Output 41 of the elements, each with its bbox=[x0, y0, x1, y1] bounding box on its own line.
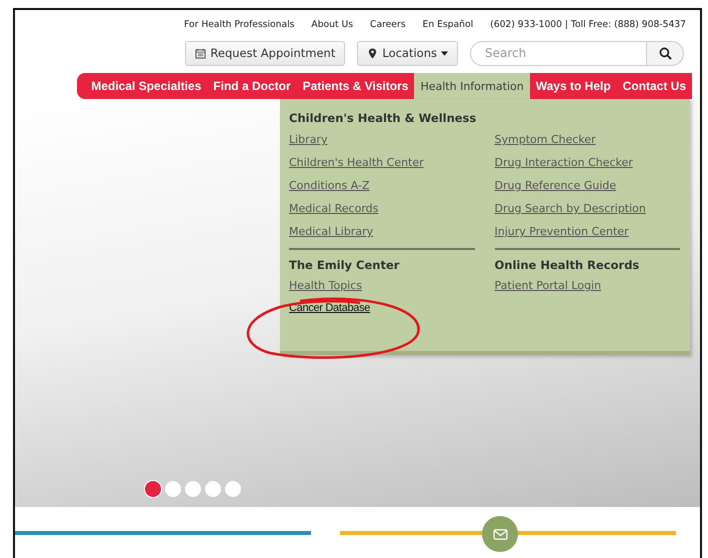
menu-heading: Children's Health & Wellness bbox=[289, 111, 478, 125]
menu-link[interactable]: Medical Records bbox=[289, 201, 474, 217]
menu-link[interactable]: Health Topics bbox=[289, 278, 474, 294]
slide-dot[interactable] bbox=[165, 481, 181, 497]
nav-tab[interactable]: Ways to Help bbox=[530, 73, 617, 99]
phone-numbers: (602) 933-1000 | Toll Free: (888) 908-5437 bbox=[490, 18, 686, 30]
search-icon bbox=[658, 46, 672, 60]
calendar-icon bbox=[195, 48, 206, 58]
search-button[interactable] bbox=[646, 40, 684, 66]
menu-heading: The Emily Center bbox=[289, 258, 400, 272]
nav-tab[interactable]: Health Information bbox=[414, 73, 530, 99]
menu-heading: Online Health Records bbox=[494, 258, 640, 272]
caret-icon bbox=[441, 50, 448, 56]
slide-dot[interactable] bbox=[185, 481, 201, 497]
envelope-button[interactable] bbox=[482, 516, 518, 552]
menu-link[interactable]: Symptom Checker bbox=[494, 132, 680, 148]
slide-dot[interactable] bbox=[225, 481, 241, 497]
envelope-icon bbox=[492, 528, 508, 540]
map-pin-icon bbox=[367, 48, 378, 58]
nav-tab[interactable]: Medical Specialties bbox=[85, 73, 208, 99]
top-link[interactable]: Careers bbox=[370, 18, 406, 30]
menu-link[interactable]: Injury Prevention Center bbox=[494, 224, 680, 240]
nav-tab[interactable]: Find a Doctor bbox=[207, 73, 297, 99]
slide-dot[interactable] bbox=[205, 481, 221, 497]
menu-link[interactable]: Drug Search by Description bbox=[494, 201, 680, 217]
top-link[interactable]: For Health Professionals bbox=[184, 18, 294, 30]
menu-link[interactable]: Patient Portal Login bbox=[494, 278, 680, 294]
menu-link[interactable]: Conditions A-Z bbox=[289, 178, 474, 194]
menu-link[interactable]: Drug Interaction Checker bbox=[494, 155, 680, 171]
top-link[interactable]: En Español bbox=[422, 18, 474, 30]
request-appointment-button[interactable]: Request Appointment bbox=[185, 40, 346, 66]
nav-tab[interactable]: Patients & Visitors bbox=[296, 73, 414, 99]
search-field[interactable]: Search bbox=[470, 40, 646, 66]
nav-tab[interactable]: Contact Us bbox=[616, 73, 692, 99]
slide-dot[interactable] bbox=[145, 481, 161, 497]
menu-link[interactable]: Drug Reference Guide bbox=[494, 178, 680, 194]
top-link[interactable]: About Us bbox=[311, 18, 354, 30]
menu-link[interactable]: Medical Library bbox=[289, 224, 474, 240]
menu-link[interactable]: Library bbox=[289, 132, 474, 148]
menu-link[interactable]: Children's Health Center bbox=[289, 155, 474, 171]
locations-button[interactable]: Locations bbox=[357, 40, 458, 66]
